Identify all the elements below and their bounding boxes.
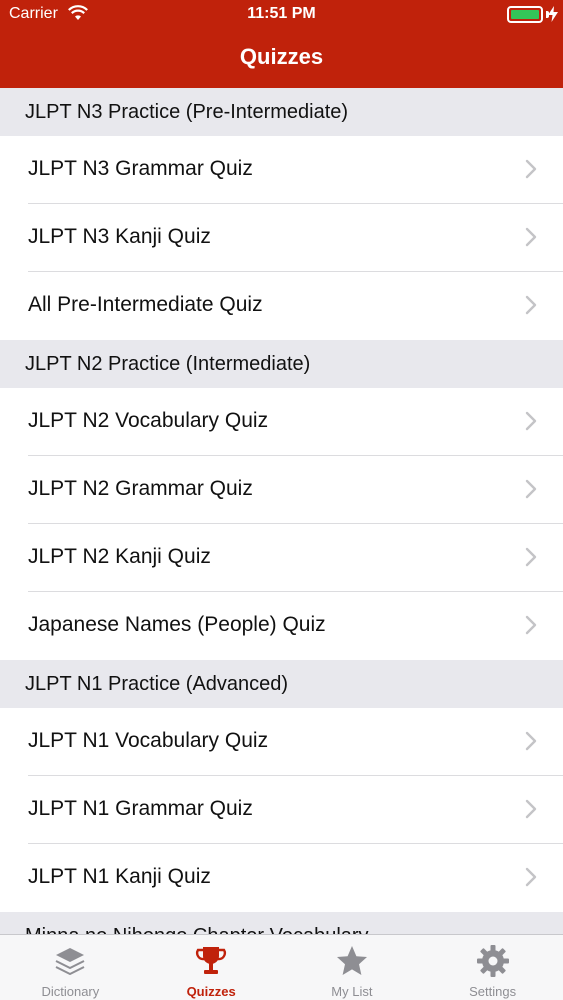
quiz-row-label: JLPT N1 Kanji Quiz [28, 865, 211, 888]
chevron-right-icon [525, 411, 537, 431]
clock: 11:51 PM [247, 5, 316, 22]
tab-label: My List [331, 984, 373, 999]
quiz-row-label: JLPT N3 Grammar Quiz [28, 157, 253, 180]
navigation-bar: Carrier 11:51 PM Quizzes [0, 0, 563, 88]
quiz-row-n2-grammar[interactable]: JLPT N2 Grammar Quiz [0, 456, 563, 524]
chevron-right-icon [525, 227, 537, 247]
status-bar: Carrier 11:51 PM [0, 0, 563, 30]
chevron-right-icon [525, 867, 537, 887]
quiz-row-label: All Pre-Intermediate Quiz [28, 293, 263, 316]
section-header-n2: JLPT N2 Practice (Intermediate) [0, 340, 563, 388]
quiz-list[interactable]: JLPT N3 Practice (Pre-Intermediate) JLPT… [0, 88, 563, 934]
quiz-row-all-pre-intermediate[interactable]: All Pre-Intermediate Quiz [0, 272, 563, 340]
tab-label: Settings [469, 984, 517, 999]
quiz-row-label: JLPT N1 Grammar Quiz [28, 797, 253, 820]
quiz-row-n2-vocabulary[interactable]: JLPT N2 Vocabulary Quiz [0, 388, 563, 456]
quiz-row-label: JLPT N2 Vocabulary Quiz [28, 409, 269, 432]
chevron-right-icon [525, 615, 537, 635]
trophy-icon [196, 947, 227, 974]
section-header-n3: JLPT N3 Practice (Pre-Intermediate) [0, 88, 563, 136]
chevron-right-icon [525, 159, 537, 179]
quiz-row-label: JLPT N1 Vocabulary Quiz [28, 729, 269, 752]
quiz-row-japanese-names[interactable]: Japanese Names (People) Quiz [0, 592, 563, 660]
tab-dictionary[interactable]: Dictionary [0, 935, 141, 1000]
chevron-right-icon [525, 731, 537, 751]
quiz-row-n3-kanji[interactable]: JLPT N3 Kanji Quiz [0, 204, 563, 272]
tab-label: Quizzes [186, 984, 236, 999]
quiz-row-n1-kanji[interactable]: JLPT N1 Kanji Quiz [0, 844, 563, 912]
chevron-right-icon [525, 547, 537, 567]
gear-icon [476, 945, 509, 977]
quiz-row-label: Japanese Names (People) Quiz [28, 613, 326, 636]
tab-my-list[interactable]: My List [282, 935, 423, 1000]
section-header-minna-no-nihongo: Minna no Nihongo Chapter Vocabulary [0, 912, 563, 934]
battery-icon [507, 6, 543, 23]
quiz-row-n1-grammar[interactable]: JLPT N1 Grammar Quiz [0, 776, 563, 844]
layers-icon [55, 948, 85, 975]
quiz-row-label: JLPT N2 Grammar Quiz [28, 477, 253, 500]
page-title: Quizzes [239, 44, 324, 69]
tab-settings[interactable]: Settings [422, 935, 563, 1000]
tab-label: Dictionary [41, 984, 100, 999]
quiz-row-n2-kanji[interactable]: JLPT N2 Kanji Quiz [0, 524, 563, 592]
section-header-n1: JLPT N1 Practice (Advanced) [0, 660, 563, 708]
quiz-row-label: JLPT N2 Kanji Quiz [28, 545, 211, 568]
tab-quizzes[interactable]: Quizzes [141, 935, 282, 1000]
chevron-right-icon [525, 479, 537, 499]
star-icon [336, 946, 367, 975]
quiz-row-label: JLPT N3 Kanji Quiz [28, 225, 211, 248]
quiz-row-n1-vocabulary[interactable]: JLPT N1 Vocabulary Quiz [0, 708, 563, 776]
charging-bolt-icon [548, 6, 558, 22]
quiz-row-n3-grammar[interactable]: JLPT N3 Grammar Quiz [0, 136, 563, 204]
tab-bar: Dictionary Quizzes My List Settings [0, 934, 563, 1000]
chevron-right-icon [525, 799, 537, 819]
chevron-right-icon [525, 295, 537, 315]
